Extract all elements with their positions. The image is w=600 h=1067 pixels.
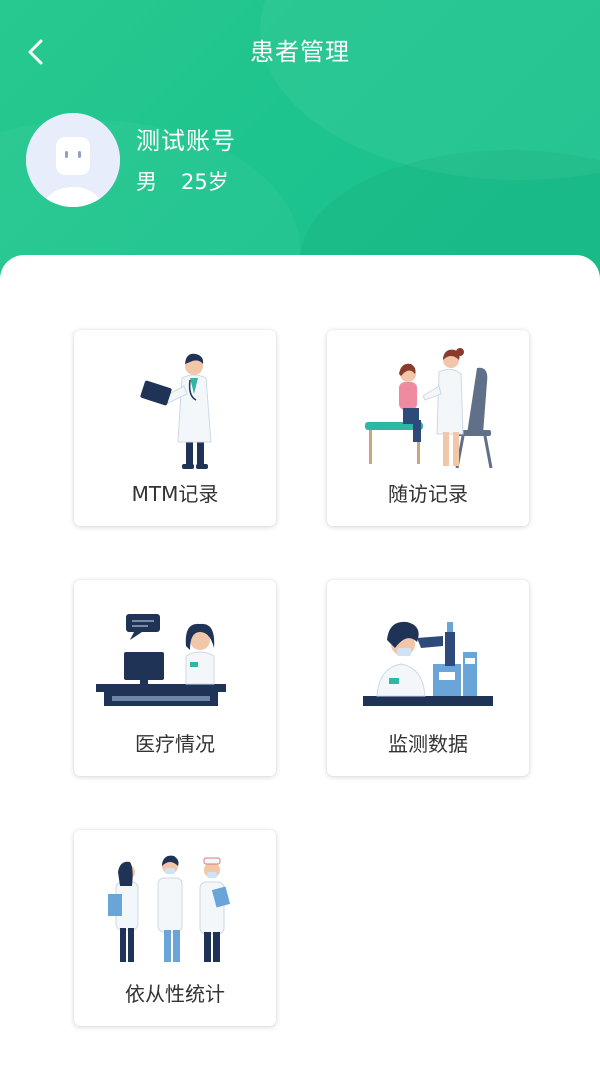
microscope-lab-illustration <box>363 621 493 706</box>
menu-card-label: 医疗情况 <box>135 732 215 756</box>
menu-card-monitoring-data[interactable]: 监测数据 <box>327 580 529 776</box>
menu-card-label: MTM记录 <box>131 482 219 506</box>
user-avatar-icon <box>26 113 120 207</box>
menu-card-mtm-records[interactable]: MTM记录 <box>74 330 276 526</box>
menu-card-label: 依从性统计 <box>125 982 225 1006</box>
menu-card-follow-up-records[interactable]: 随访记录 <box>327 330 529 526</box>
avatar <box>26 113 120 207</box>
patient-age: 25岁 <box>181 170 229 194</box>
page-title: 患者管理 <box>250 38 350 66</box>
doctor-computer-illustration <box>96 614 226 706</box>
patient-gender: 男 <box>136 170 157 194</box>
patient-meta: 男 25岁 <box>136 167 229 197</box>
medical-team-illustration <box>108 855 231 962</box>
menu-card-medical-condition[interactable]: 医疗情况 <box>74 580 276 776</box>
menu-card-label: 随访记录 <box>388 482 468 506</box>
doctor-tablet-illustration <box>140 353 212 469</box>
doctor-patient-visit-illustration <box>365 348 493 469</box>
menu-card-label: 监测数据 <box>388 732 468 756</box>
patient-name: 测试账号 <box>136 127 236 155</box>
menu-card-adherence-statistics[interactable]: 依从性统计 <box>74 830 276 1026</box>
